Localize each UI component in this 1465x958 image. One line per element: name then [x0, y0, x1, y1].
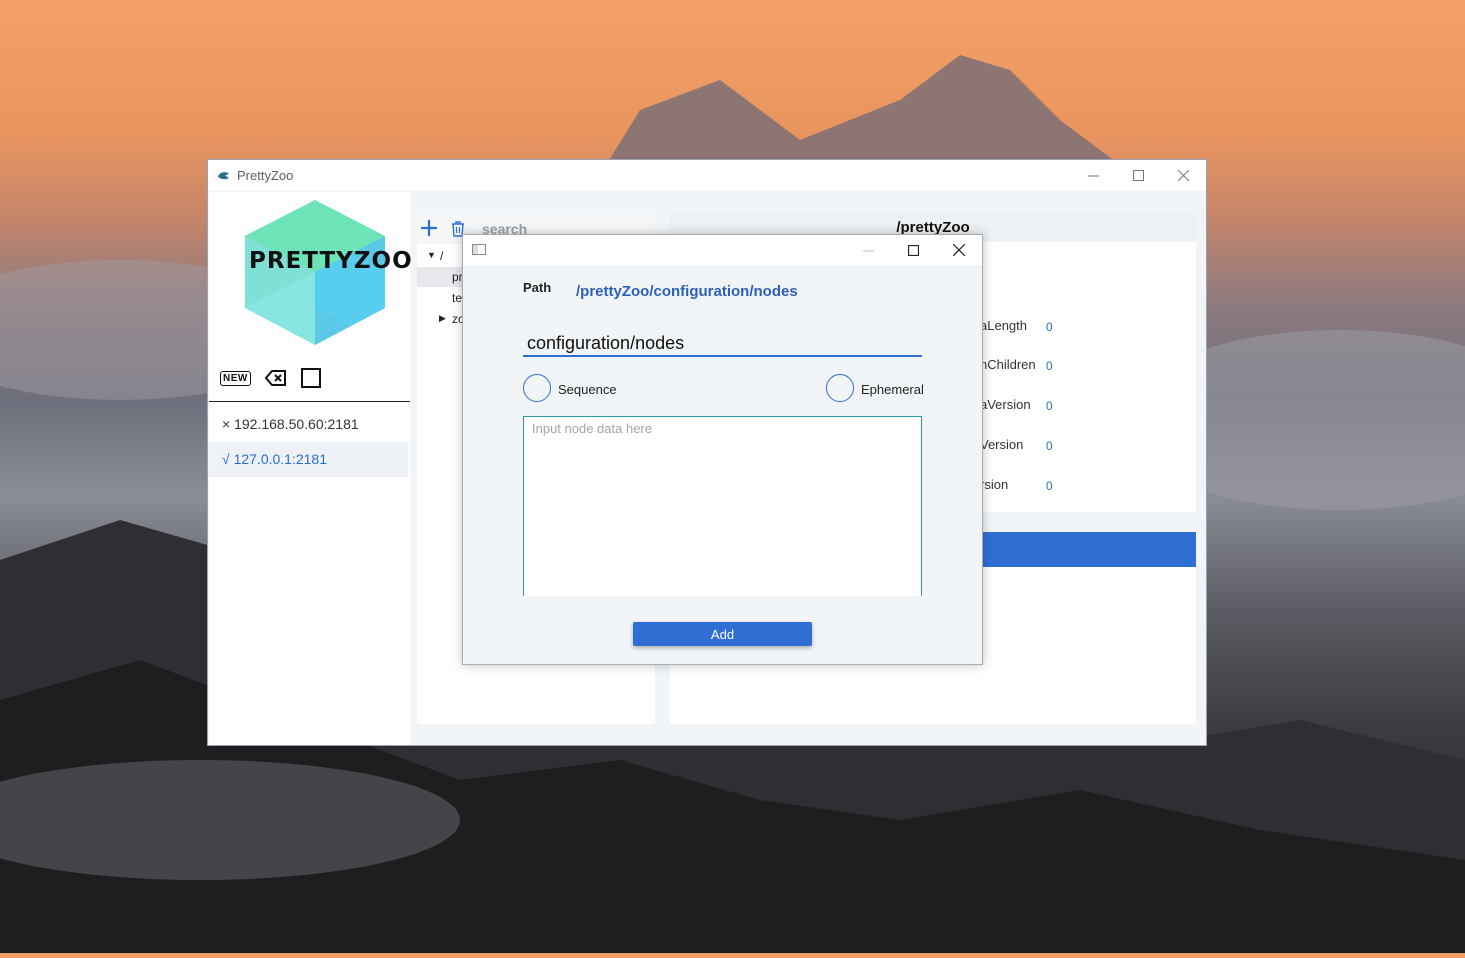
expanded-arrow-icon[interactable]: ▼	[427, 250, 436, 260]
stat-row: Version 0	[970, 437, 1190, 457]
stat-label: nChildren	[980, 357, 1036, 372]
node-data-textarea[interactable]	[523, 416, 922, 596]
maximize-icon	[1133, 170, 1144, 181]
stat-value: 0	[1046, 320, 1053, 334]
node-name-input[interactable]	[523, 331, 922, 357]
square-icon[interactable]	[300, 368, 321, 388]
plus-icon[interactable]	[419, 218, 439, 238]
minimize-icon	[1088, 175, 1099, 177]
path-label: Path	[523, 280, 552, 295]
stat-value: 0	[1046, 359, 1053, 373]
maximize-icon	[908, 244, 919, 256]
server-item-127-0-0-1[interactable]: √ 127.0.0.1:2181	[209, 442, 408, 477]
new-server-button[interactable]: NEW	[220, 370, 251, 386]
stat-label: rsion	[980, 477, 1009, 492]
stat-row: aVersion 0	[970, 397, 1190, 417]
stat-value: 0	[1046, 479, 1053, 493]
minimize-button[interactable]	[1071, 160, 1116, 191]
dialog-title-bar	[463, 235, 982, 265]
sequence-label: Sequence	[558, 382, 617, 397]
minimize-icon	[863, 250, 874, 251]
ephemeral-label: Ephemeral	[861, 382, 924, 397]
collapsed-arrow-icon[interactable]: ▶	[439, 313, 446, 324]
server-address: 192.168.50.60:2181	[234, 416, 359, 432]
prettyzoo-bird-icon	[217, 172, 230, 180]
stat-value: 0	[1046, 439, 1053, 453]
close-button[interactable]	[1161, 160, 1206, 191]
window-title: PrettyZoo	[237, 168, 294, 183]
tree-node-label: /	[440, 249, 444, 263]
stat-label: Version	[980, 437, 1024, 452]
stat-label: aLength	[980, 318, 1027, 333]
ephemeral-radio[interactable]	[826, 374, 854, 402]
server-status-icon: ×	[222, 416, 231, 432]
tree-node-label: te	[452, 291, 463, 305]
path-value: /prettyZoo/configuration/nodes	[576, 283, 798, 300]
dialog-maximize-button[interactable]	[891, 235, 936, 265]
dialog-close-button[interactable]	[936, 235, 981, 265]
logo-text: PRETTYZOO	[249, 248, 413, 274]
stat-value: 0	[1046, 399, 1053, 413]
close-icon	[1178, 170, 1189, 181]
server-address: 127.0.0.1:2181	[233, 451, 327, 467]
sidebar-divider	[209, 401, 410, 402]
stat-row: aLength 0	[970, 318, 1190, 338]
stat-row: nChildren 0	[970, 357, 1190, 377]
stat-label: aVersion	[980, 397, 1031, 412]
maximize-button[interactable]	[1116, 160, 1161, 191]
backspace-icon[interactable]	[264, 370, 287, 386]
server-toolbar: NEW	[220, 368, 321, 388]
add-button[interactable]: Add	[633, 622, 812, 646]
server-status-icon: √	[222, 451, 230, 467]
sequence-radio[interactable]	[523, 374, 551, 402]
title-bar: PrettyZoo	[208, 160, 1206, 191]
close-icon	[952, 244, 965, 256]
add-node-dialog: Path /prettyZoo/configuration/nodes Sequ…	[462, 234, 983, 665]
server-item-192-168-50-60[interactable]: × 192.168.50.60:2181	[209, 407, 408, 442]
window-icon	[472, 244, 486, 255]
sidebar: PRETTYZOO NEW × 192.168.50.60:2181 √ 127…	[209, 192, 413, 745]
dialog-minimize-button[interactable]	[846, 235, 891, 265]
stat-row: rsion 0	[970, 477, 1190, 497]
